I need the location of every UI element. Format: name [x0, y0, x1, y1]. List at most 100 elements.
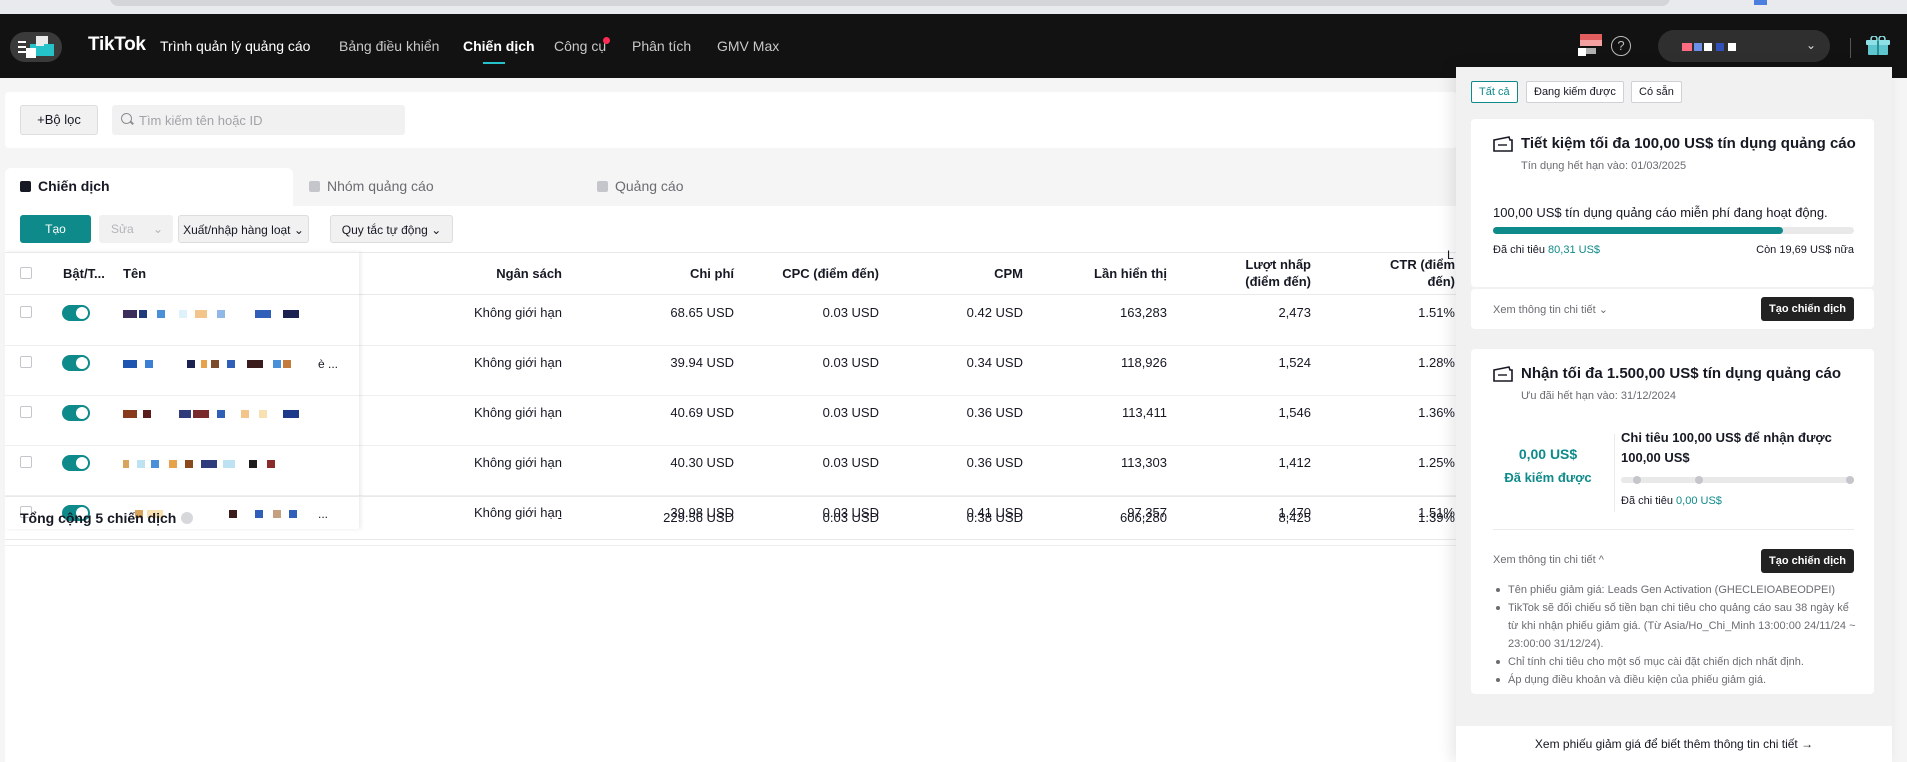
- nav-tools[interactable]: Công cụ: [554, 38, 606, 54]
- info-icon[interactable]: [181, 512, 194, 524]
- tab-ads-label: Quảng cáo: [615, 178, 684, 194]
- total-cost: 229.56 USD: [663, 510, 734, 525]
- row-checkbox[interactable]: [20, 306, 32, 318]
- card2-section-divider: [1493, 529, 1854, 530]
- total-budget: -: [557, 510, 562, 525]
- status-toggle[interactable]: [62, 305, 90, 321]
- row-checkbox[interactable]: [20, 406, 32, 418]
- nav-analytics[interactable]: Phân tích: [632, 38, 691, 54]
- bulk-label: Xuất/nhập hàng loạt: [183, 223, 291, 237]
- tab-campaigns[interactable]: Chiến dịch: [5, 168, 293, 206]
- tab-ad-groups[interactable]: Nhóm quảng cáo: [309, 168, 589, 206]
- nav-gmv-max[interactable]: GMV Max: [717, 38, 779, 54]
- cell-cpc: 0.03 USD: [822, 455, 879, 470]
- ticket-icon: [1493, 366, 1513, 382]
- nav-campaigns[interactable]: Chiến dịch: [463, 38, 535, 54]
- card1-expiry: Tín dụng hết hạn vào: 01/03/2025: [1521, 160, 1687, 172]
- status-toggle[interactable]: [62, 455, 90, 471]
- cell-impressions: 113,411: [1121, 405, 1167, 420]
- cell-cpm: 0.34 USD: [966, 355, 1023, 370]
- terms-item: Chỉ tính chi tiêu cho một số mục cài đặt…: [1493, 653, 1858, 671]
- cell-budget: Không giới hạn: [473, 305, 562, 320]
- help-icon[interactable]: ?: [1611, 36, 1631, 56]
- edit-button-label: Sửa: [111, 222, 134, 236]
- edit-button[interactable]: Sửa ⌄: [99, 215, 173, 243]
- cell-cpm: 0.42 USD: [966, 305, 1023, 320]
- card2-earned-amount: 0,00 US$: [1518, 446, 1578, 462]
- card2-spent-label: Đã chi tiêu: [1621, 495, 1673, 507]
- terms-item: Áp dụng điều khoản và điều kiện của phiế…: [1493, 671, 1858, 689]
- campaign-name[interactable]: [123, 460, 343, 468]
- search-input[interactable]: [139, 110, 394, 130]
- tab-ads[interactable]: Quảng cáo: [597, 168, 877, 206]
- table-row[interactable]: Không giới hạn 40.30 USD 0.03 USD 0.36 USD 1…: [5, 446, 1457, 496]
- col-ctr[interactable]: CTR (điểm đến): [1385, 256, 1455, 290]
- level-tabs: Chiến dịch Nhóm quảng cáo Quảng cáo: [5, 168, 1457, 206]
- cell-ctr: 1.25%: [1418, 455, 1455, 470]
- col-budget[interactable]: Ngân sách: [496, 265, 562, 282]
- table-row[interactable]: Không giới hạn 40.69 USD 0.03 USD 0.36 USD 1…: [5, 396, 1457, 446]
- status-toggle[interactable]: [62, 405, 90, 421]
- campaign-name[interactable]: [123, 410, 343, 418]
- notification-dot: [603, 37, 610, 44]
- browser-url-bar[interactable]: [110, 0, 1670, 6]
- cell-cpm: 0.36 USD: [966, 455, 1023, 470]
- col-name[interactable]: Tên: [123, 265, 146, 282]
- card2-create-campaign-button[interactable]: Tạo chiến dịch: [1760, 549, 1854, 573]
- chip-earning[interactable]: Đang kiếm được: [1526, 81, 1624, 103]
- bulk-import-export-button[interactable]: Xuất/nhập hàng loạt ⌄: [178, 215, 309, 243]
- drawer-footer-link[interactable]: Xem phiếu giảm giá để biết thêm thông ti…: [1456, 726, 1892, 762]
- account-selector[interactable]: ⌄: [1658, 30, 1830, 62]
- table-row[interactable]: Không giới hạn 68.65 USD 0.03 USD 0.42 USD 1…: [5, 296, 1457, 346]
- row-checkbox[interactable]: [20, 456, 32, 468]
- table-row[interactable]: è ... Không giới hạn 39.94 USD 0.03 USD 0.34…: [5, 346, 1457, 396]
- filter-button[interactable]: +Bộ lọc: [20, 105, 98, 135]
- filter-bar: +Bộ lọc: [5, 92, 1457, 148]
- card1-progress-fill: [1493, 227, 1783, 234]
- col-cpm[interactable]: CPM: [994, 265, 1023, 282]
- search-icon: [121, 113, 132, 124]
- card1-details-link[interactable]: Xem thông tin chi tiết ⌄: [1493, 303, 1608, 316]
- chevron-down-icon: ⌄: [152, 222, 163, 236]
- cell-clicks: 1,524: [1278, 355, 1311, 370]
- cell-cpc: 0.03 USD: [822, 405, 879, 420]
- browser-extension-icon[interactable]: [1754, 0, 1767, 5]
- cell-cost: 40.30 USD: [670, 455, 734, 470]
- campaign-name[interactable]: è ...: [123, 357, 343, 371]
- table-header: Bật/T... Tên Ngân sách Chi phí CPC (điểm…: [5, 252, 1457, 295]
- cell-ctr: 1.51%: [1418, 305, 1455, 320]
- col-clicks[interactable]: Lượt nhấp (điểm đến): [1239, 256, 1311, 290]
- status-toggle[interactable]: [62, 355, 90, 371]
- col-impressions[interactable]: Lần hiển thị: [1094, 265, 1167, 282]
- chip-all[interactable]: Tất cả: [1471, 81, 1518, 103]
- tiktok-logo-icon: [26, 36, 54, 58]
- total-ctr: 1.39%: [1418, 510, 1455, 525]
- card2-divider: [1614, 434, 1615, 512]
- automated-rules-button[interactable]: Quy tắc tự động ⌄: [330, 215, 453, 243]
- gift-icon[interactable]: [1866, 36, 1890, 56]
- coupon-card-2: Nhận tối đa 1.500,00 US$ tín dụng quảng …: [1471, 349, 1874, 694]
- flag-icon[interactable]: [1578, 34, 1602, 56]
- card1-create-campaign-button[interactable]: Tạo chiến dịch: [1760, 297, 1854, 321]
- menu-icon: [18, 41, 26, 56]
- chevron-down-icon: ⌄: [431, 223, 442, 237]
- col-toggle[interactable]: Bật/T...: [63, 265, 105, 282]
- create-button[interactable]: Tạo: [20, 215, 91, 243]
- nav-dashboard[interactable]: Bảng điều khiển: [339, 38, 439, 54]
- card2-spent: Đã chi tiêu 0,00 US$: [1621, 495, 1722, 507]
- chip-available[interactable]: Có sẵn: [1631, 81, 1682, 103]
- col-cpc[interactable]: CPC (điểm đến): [782, 265, 879, 282]
- header-divider: [1850, 38, 1851, 58]
- rules-label: Quy tắc tự động: [341, 223, 428, 237]
- campaign-name[interactable]: [123, 310, 343, 318]
- cell-ctr: 1.36%: [1418, 405, 1455, 420]
- cell-impressions: 113,303: [1120, 455, 1167, 470]
- select-all-checkbox[interactable]: [20, 267, 32, 279]
- col-cost[interactable]: Chi phí: [690, 265, 734, 282]
- card2-progress-bar: [1621, 476, 1854, 484]
- search-box: [112, 105, 405, 135]
- row-checkbox[interactable]: [20, 356, 32, 368]
- ad-icon: [597, 181, 608, 192]
- card2-details-link[interactable]: Xem thông tin chi tiết ^: [1493, 554, 1604, 566]
- cell-clicks: 1,546: [1278, 405, 1311, 420]
